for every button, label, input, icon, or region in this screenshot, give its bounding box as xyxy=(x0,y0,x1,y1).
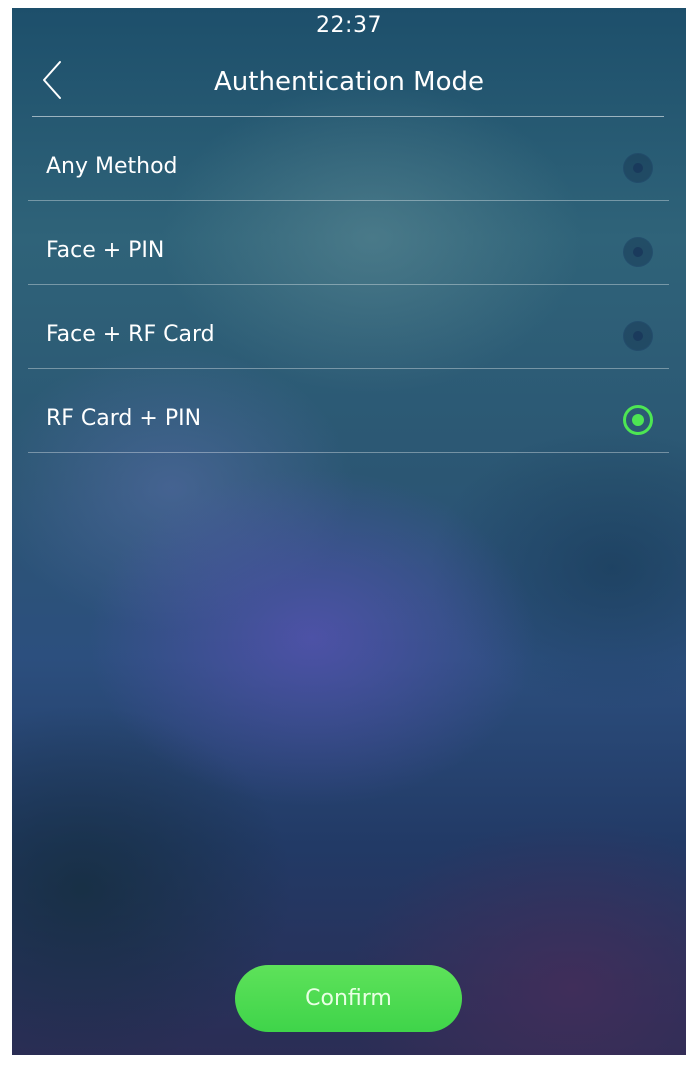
radio-unselected-icon[interactable] xyxy=(623,237,653,267)
page-title: Authentication Mode xyxy=(214,67,484,97)
auth-mode-list: Any Method Face + PIN Face + RF Card RF … xyxy=(28,117,669,453)
device-screen: 22:37 Authentication Mode Any Method Fac… xyxy=(12,8,686,1055)
back-button[interactable] xyxy=(34,58,74,102)
option-rf-card-pin[interactable]: RF Card + PIN xyxy=(28,369,669,453)
header: Authentication Mode xyxy=(12,44,686,116)
status-time: 22:37 xyxy=(316,13,382,38)
radio-selected-icon[interactable] xyxy=(623,405,653,435)
radio-unselected-icon[interactable] xyxy=(623,153,653,183)
chevron-left-icon xyxy=(43,61,61,99)
confirm-button[interactable]: Confirm xyxy=(235,965,462,1032)
option-face-rf-card[interactable]: Face + RF Card xyxy=(28,285,669,369)
option-label: RF Card + PIN xyxy=(46,406,202,431)
radio-unselected-icon[interactable] xyxy=(623,321,653,351)
option-face-pin[interactable]: Face + PIN xyxy=(28,201,669,285)
option-any-method[interactable]: Any Method xyxy=(28,117,669,201)
